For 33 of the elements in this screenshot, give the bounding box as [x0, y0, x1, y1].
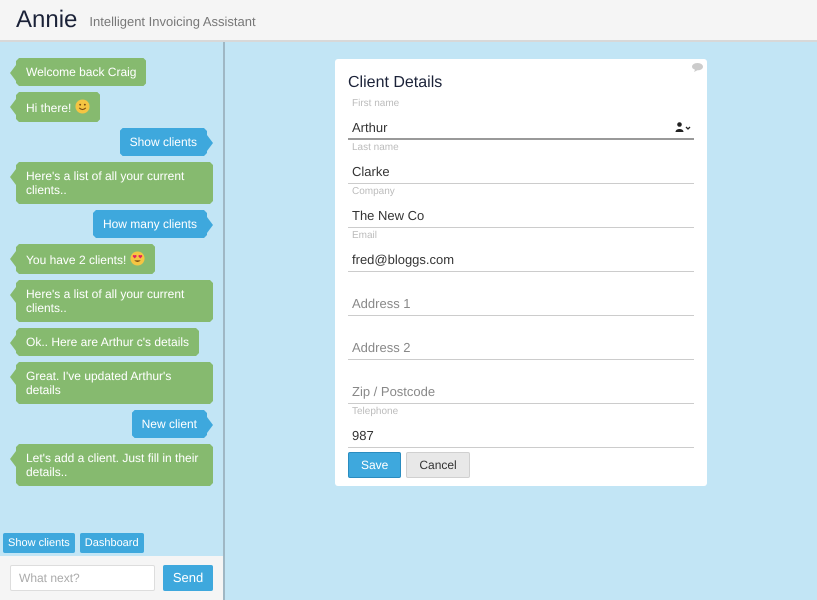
field-label: First name — [352, 98, 400, 110]
bot-message-bubble: Here's a list of all your current clients.. — [10, 280, 213, 322]
message-input[interactable]: What next? — [10, 565, 155, 591]
bot-message-bubble: Hi there! — [10, 92, 100, 122]
text-input[interactable]: Arthur — [348, 116, 694, 140]
bot-message-bubble: Welcome back Craig — [10, 58, 146, 86]
bot-message-bubble: Ok.. Here are Arthur c's details — [10, 328, 200, 356]
bot-message-bubble: You have 2 clients! — [10, 244, 156, 274]
person-dropdown-icon[interactable] — [675, 122, 691, 132]
form-title: Client Details — [348, 73, 444, 93]
user-message-bubble: Show clients — [120, 128, 213, 156]
smiley-face-icon — [75, 99, 90, 114]
text-input[interactable]: 987 — [348, 424, 694, 448]
text-input[interactable]: Clarke — [348, 160, 694, 184]
field-label: Company — [352, 186, 395, 198]
bot-message-bubble: Great. I've updated Arthur's details — [10, 362, 213, 404]
cancel-button[interactable]: Cancel — [406, 452, 470, 478]
speech-bubble-icon — [692, 63, 703, 72]
bot-message-bubble: Here's a list of all your current clients.. — [10, 162, 213, 204]
user-message-bubble: How many clients — [92, 210, 213, 238]
text-input[interactable]: Address 2 — [348, 336, 694, 360]
text-input[interactable]: Zip / Postcode — [348, 380, 694, 404]
field-label: Last name — [352, 142, 399, 154]
app-title: Annie — [16, 8, 78, 32]
user-message-bubble: New client — [132, 410, 213, 438]
heart-eyes-face-icon — [130, 251, 146, 266]
field-label: Telephone — [352, 406, 398, 418]
app-subtitle: Intelligent Invoicing Assistant — [89, 12, 256, 31]
field-label: Email — [352, 230, 378, 242]
text-input[interactable]: fred@bloggs.com — [348, 248, 694, 272]
text-input[interactable]: The New Co — [348, 204, 694, 228]
bot-message-bubble: Let's add a client. Just fill in their details.. — [10, 444, 213, 486]
text-input[interactable]: Address 1 — [348, 292, 694, 316]
